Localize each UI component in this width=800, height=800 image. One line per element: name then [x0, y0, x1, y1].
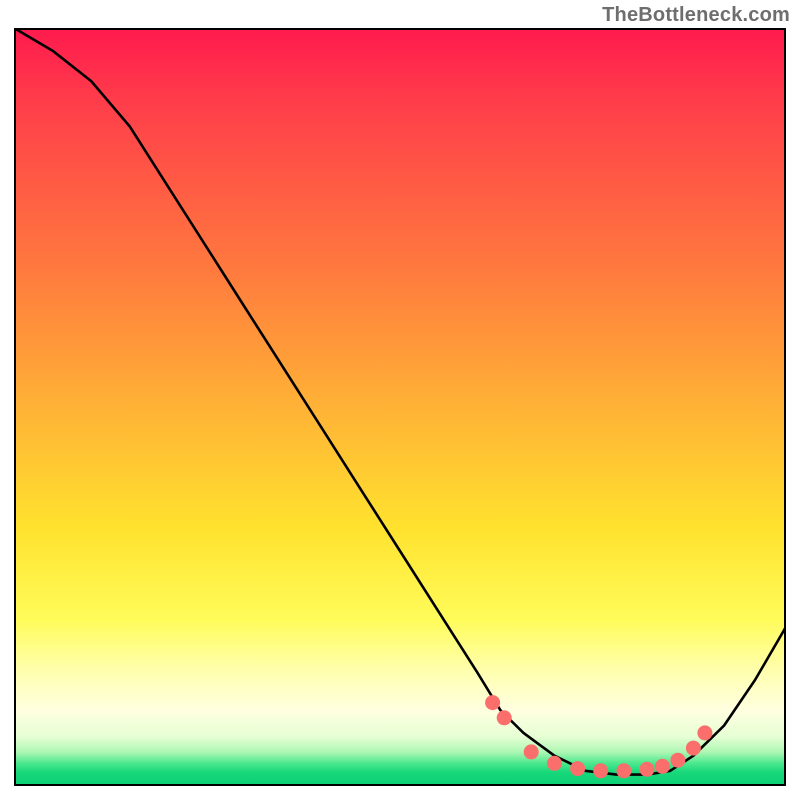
heat-gradient-background	[14, 28, 786, 786]
attribution-label: TheBottleneck.com	[602, 4, 790, 27]
plot-area	[14, 28, 786, 786]
chart-container: TheBottleneck.com	[0, 0, 800, 800]
